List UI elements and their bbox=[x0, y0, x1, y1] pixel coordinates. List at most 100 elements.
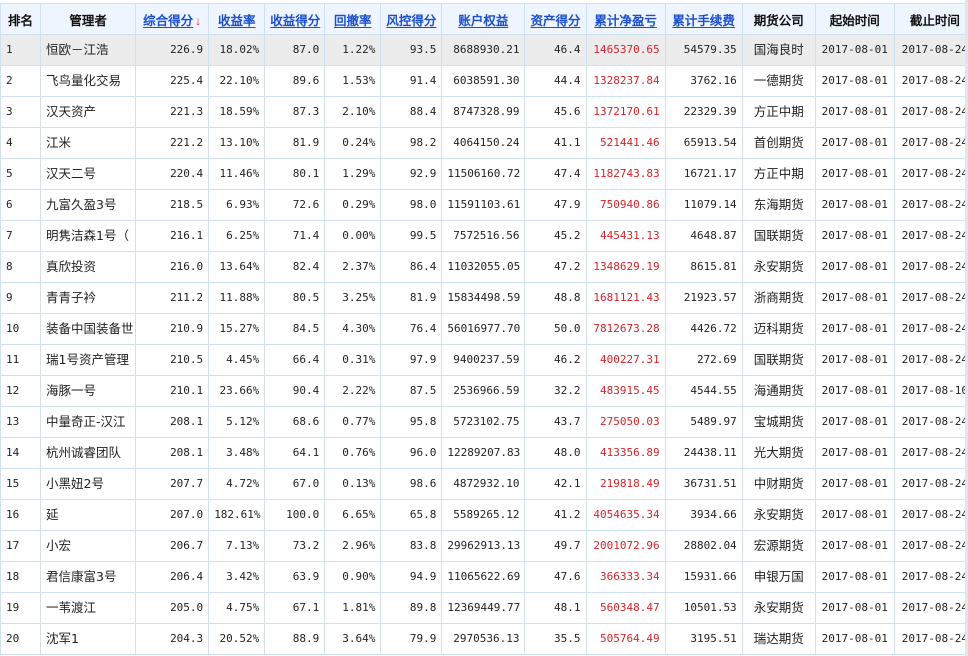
manager-link[interactable]: 江米 bbox=[40, 127, 137, 159]
risk-score-cell: 92.9 bbox=[380, 158, 443, 190]
net-profit-cell: 505764.49 bbox=[585, 623, 666, 655]
net-profit-cell: 560348.47 bbox=[585, 592, 666, 624]
risk-score-cell: 76.4 bbox=[380, 313, 443, 345]
asset-score-cell: 48.8 bbox=[524, 282, 587, 314]
table-row[interactable]: 1 恒欧－江浩 226.9 18.02% 87.0 1.22% 93.5 8688930.21… bbox=[0, 34, 968, 66]
drawdown-cell: 2.37% bbox=[324, 251, 382, 283]
drawdown-cell: 2.10% bbox=[324, 96, 382, 128]
table-row[interactable]: 2 飞鸟量化交易 225.4 22.10% 89.6 1.53% 91.4 6038591.3… bbox=[0, 65, 968, 97]
table-row[interactable]: 7 明隽洁森1号（ 216.1 6.25% 71.4 0.00% 99.5 7572516.5… bbox=[0, 220, 968, 252]
sort-net-profit[interactable]: 累计净盈亏 bbox=[585, 3, 666, 35]
manager-link[interactable]: 一苇渡江 bbox=[40, 592, 137, 624]
table-row[interactable]: 6 九富久盈3号 218.5 6.93% 72.6 0.29% 98.0 11591103.6… bbox=[0, 189, 968, 221]
sort-risk-score[interactable]: 风控得分 bbox=[380, 3, 443, 35]
sort-total-score[interactable]: 综合得分 ↓ bbox=[135, 3, 210, 35]
return-score-cell: 64.1 bbox=[264, 437, 326, 469]
table-row[interactable]: 17 小宏 206.7 7.13% 73.2 2.96% 83.8 29962913.13 49… bbox=[0, 530, 968, 562]
manager-link[interactable]: 中量奇正-汉江 bbox=[40, 406, 137, 438]
drawdown-cell: 0.31% bbox=[324, 344, 382, 376]
manager-link[interactable]: 明隽洁森1号（ bbox=[40, 220, 137, 252]
asset-score-cell: 50.0 bbox=[524, 313, 587, 345]
rank-cell: 20 bbox=[0, 623, 42, 655]
table-row[interactable]: 10 装备中国装备世 210.9 15.27% 84.5 4.30% 76.4 5601697… bbox=[0, 313, 968, 345]
sort-return-score[interactable]: 收益得分 bbox=[264, 3, 326, 35]
sort-equity[interactable]: 账户权益 bbox=[441, 3, 526, 35]
risk-score-cell: 98.0 bbox=[380, 189, 443, 221]
start-date-cell: 2017-08-01 bbox=[814, 344, 895, 376]
asset-score-cell: 47.9 bbox=[524, 189, 587, 221]
table-row[interactable]: 8 真欣投资 216.0 13.64% 82.4 2.37% 86.4 11032055.05… bbox=[0, 251, 968, 283]
net-profit-cell: 275050.03 bbox=[585, 406, 666, 438]
table-row[interactable]: 16 延 207.0 182.61% 100.0 6.65% 65.8 5589265.12 4… bbox=[0, 499, 968, 531]
sort-asset-score[interactable]: 资产得分 bbox=[524, 3, 587, 35]
table-row[interactable]: 15 小黑妞2号 207.7 4.72% 67.0 0.13% 98.6 4872932.10… bbox=[0, 468, 968, 500]
table-row[interactable]: 3 汉天资产 221.3 18.59% 87.3 2.10% 88.4 8747328.99 4… bbox=[0, 96, 968, 128]
net-profit-cell: 7812673.28 bbox=[585, 313, 666, 345]
manager-link[interactable]: 延 bbox=[40, 499, 137, 531]
manager-link[interactable]: 恒欧－江浩 bbox=[40, 34, 137, 66]
fees-cell: 28802.04 bbox=[664, 530, 743, 562]
sort-drawdown[interactable]: 回撤率 bbox=[324, 3, 382, 35]
manager-link[interactable]: 汉天二号 bbox=[40, 158, 137, 190]
total-score-cell: 225.4 bbox=[135, 65, 210, 97]
manager-link[interactable]: 杭州诚睿团队 bbox=[40, 437, 137, 469]
manager-link[interactable]: 沈军1 bbox=[40, 623, 137, 655]
manager-link[interactable]: 青青子衿 bbox=[40, 282, 137, 314]
return-rate-cell: 20.52% bbox=[208, 623, 266, 655]
rank-cell: 5 bbox=[0, 158, 42, 190]
return-rate-cell: 6.25% bbox=[208, 220, 266, 252]
return-score-cell: 72.6 bbox=[264, 189, 326, 221]
equity-cell: 11032055.05 bbox=[441, 251, 526, 283]
return-rate-cell: 11.88% bbox=[208, 282, 266, 314]
manager-link[interactable]: 真欣投资 bbox=[40, 251, 137, 283]
manager-link[interactable]: 小宏 bbox=[40, 530, 137, 562]
total-score-cell: 211.2 bbox=[135, 282, 210, 314]
manager-link[interactable]: 飞鸟量化交易 bbox=[40, 65, 137, 97]
return-rate-cell: 11.46% bbox=[208, 158, 266, 190]
total-score-cell: 216.0 bbox=[135, 251, 210, 283]
table-row[interactable]: 18 君信康富3号 206.4 3.42% 63.9 0.90% 94.9 11065622.… bbox=[0, 561, 968, 593]
end-date-cell: 2017-08-24 bbox=[893, 406, 968, 438]
table-row[interactable]: 5 汉天二号 220.4 11.46% 80.1 1.29% 92.9 11506160.72… bbox=[0, 158, 968, 190]
rank-cell: 2 bbox=[0, 65, 42, 97]
total-score-cell: 208.1 bbox=[135, 437, 210, 469]
fees-cell: 272.69 bbox=[664, 344, 743, 376]
table-row[interactable]: 4 江米 221.2 13.10% 81.9 0.24% 98.2 4064150.24 41.… bbox=[0, 127, 968, 159]
table-row[interactable]: 12 海豚一号 210.1 23.66% 90.4 2.22% 87.5 2536966.59… bbox=[0, 375, 968, 407]
fees-cell: 65913.54 bbox=[664, 127, 743, 159]
manager-link[interactable]: 汉天资产 bbox=[40, 96, 137, 128]
start-date-cell: 2017-08-01 bbox=[814, 220, 895, 252]
return-score-cell: 73.2 bbox=[264, 530, 326, 562]
sort-return-rate[interactable]: 收益率 bbox=[208, 3, 266, 35]
table-row[interactable]: 20 沈军1 204.3 20.52% 88.9 3.64% 79.9 2970536.13 3… bbox=[0, 623, 968, 655]
manager-link[interactable]: 君信康富3号 bbox=[40, 561, 137, 593]
asset-score-cell: 49.7 bbox=[524, 530, 587, 562]
return-rate-cell: 4.72% bbox=[208, 468, 266, 500]
net-profit-cell: 483915.45 bbox=[585, 375, 666, 407]
fees-cell: 4648.87 bbox=[664, 220, 743, 252]
table-row[interactable]: 19 一苇渡江 205.0 4.75% 67.1 1.81% 89.8 12369449.77… bbox=[0, 592, 968, 624]
asset-score-cell: 41.2 bbox=[524, 499, 587, 531]
risk-score-cell: 96.0 bbox=[380, 437, 443, 469]
return-rate-cell: 3.42% bbox=[208, 561, 266, 593]
rank-cell: 10 bbox=[0, 313, 42, 345]
asset-score-cell: 48.1 bbox=[524, 592, 587, 624]
table-row[interactable]: 13 中量奇正-汉江 208.1 5.12% 68.6 0.77% 95.8 5723102.… bbox=[0, 406, 968, 438]
sort-fees[interactable]: 累计手续费 bbox=[664, 3, 743, 35]
table-row[interactable]: 14 杭州诚睿团队 208.1 3.48% 64.1 0.76% 96.0 12289207.… bbox=[0, 437, 968, 469]
return-rate-cell: 13.64% bbox=[208, 251, 266, 283]
risk-score-cell: 83.8 bbox=[380, 530, 443, 562]
drawdown-cell: 3.64% bbox=[324, 623, 382, 655]
rank-cell: 9 bbox=[0, 282, 42, 314]
risk-score-cell: 93.5 bbox=[380, 34, 443, 66]
net-profit-cell: 1681121.43 bbox=[585, 282, 666, 314]
manager-link[interactable]: 九富久盈3号 bbox=[40, 189, 137, 221]
manager-link[interactable]: 瑞1号资产管理 bbox=[40, 344, 137, 376]
table-row[interactable]: 9 青青子衿 211.2 11.88% 80.5 3.25% 81.9 15834498.59… bbox=[0, 282, 968, 314]
table-row[interactable]: 11 瑞1号资产管理 210.5 4.45% 66.4 0.31% 97.9 9400237.… bbox=[0, 344, 968, 376]
manager-link[interactable]: 小黑妞2号 bbox=[40, 468, 137, 500]
manager-link[interactable]: 海豚一号 bbox=[40, 375, 137, 407]
end-date-cell: 2017-08-24 bbox=[893, 189, 968, 221]
manager-link[interactable]: 装备中国装备世 bbox=[40, 313, 137, 345]
broker-cell: 宝城期货 bbox=[741, 406, 816, 438]
